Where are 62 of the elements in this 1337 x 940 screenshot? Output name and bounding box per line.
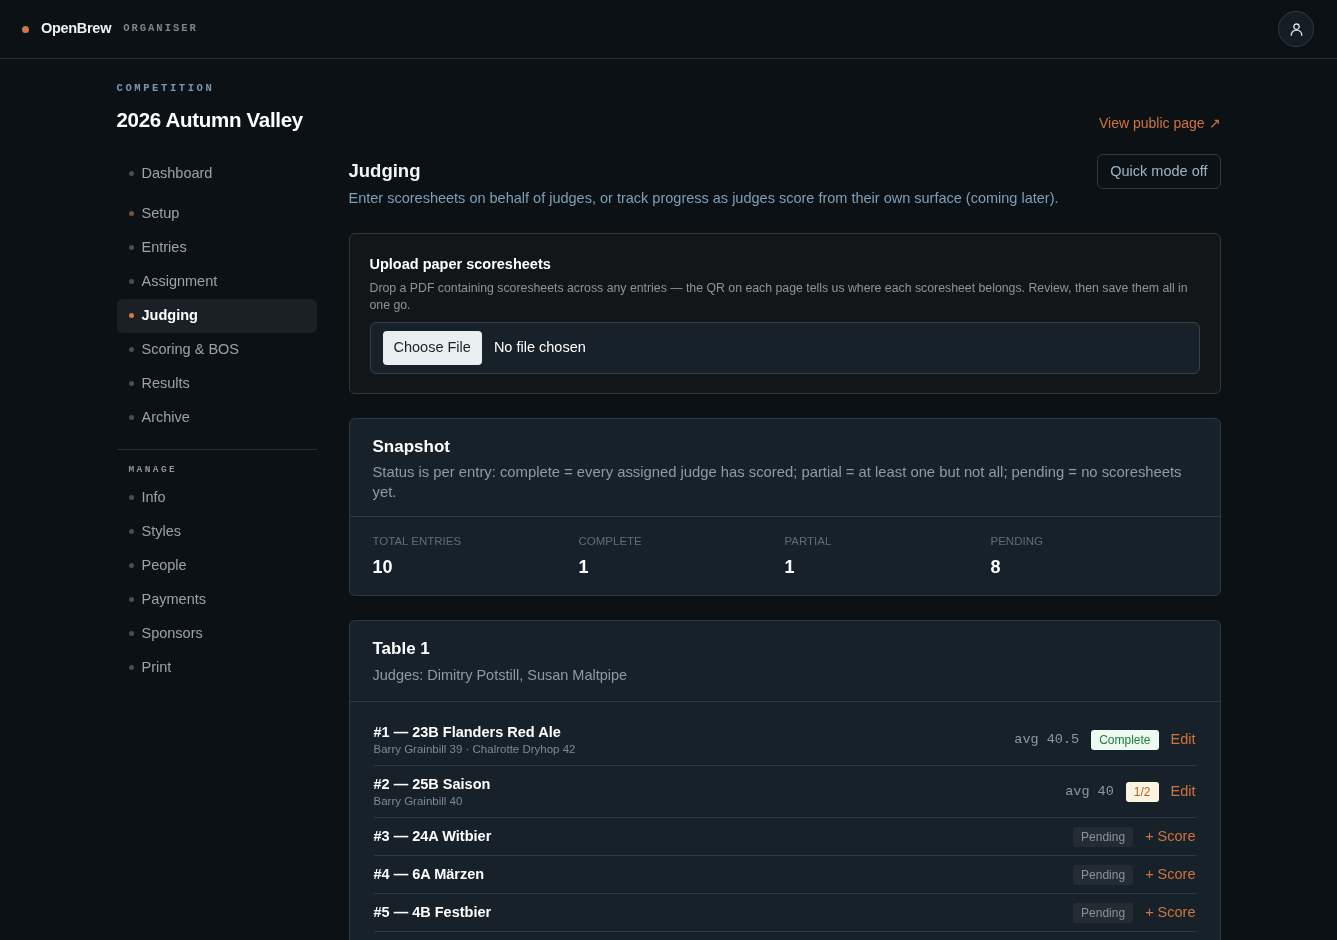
role-label: ORGANISER (123, 21, 198, 37)
sidebar-item[interactable]: Styles (116, 514, 317, 549)
file-status-text: No file chosen (493, 337, 586, 357)
sidebar-item[interactable]: Sponsors (116, 616, 317, 651)
status-badge: 1/2 (1125, 781, 1159, 802)
account-button[interactable] (1278, 11, 1314, 47)
score-link[interactable]: + Score (1145, 827, 1196, 846)
choose-file-button[interactable]: Choose File (382, 330, 482, 365)
sidebar-item[interactable]: Judging (116, 298, 317, 333)
stat-label: TOTAL ENTRIES (372, 534, 463, 549)
snapshot-title: Snapshot (372, 435, 451, 458)
sidebar-item[interactable]: Archive (116, 400, 317, 435)
quick-mode-button[interactable]: Quick mode off (1097, 153, 1221, 190)
public-page-link[interactable]: View public page ↗ (1099, 112, 1221, 134)
logo-dot-icon (22, 25, 29, 33)
sidebar-item[interactable]: Payments (116, 582, 317, 617)
average-score: avg 40 (1065, 783, 1114, 801)
stat-value: 1 (578, 556, 590, 580)
entry-title: #4 — 6A Märzen (373, 865, 485, 884)
status-badge: Complete (1091, 729, 1159, 750)
entry-scores: Barry Grainbill 39 · Chalrotte Dryhop 42 (373, 741, 576, 757)
stat-label: PENDING (990, 534, 1044, 549)
table-title: Table 1 (372, 638, 431, 661)
user-icon (1289, 22, 1303, 36)
section-eyebrow: COMPETITION (116, 81, 216, 96)
sidebar-item[interactable]: People (116, 548, 317, 583)
snapshot-description: Status is per entry: complete = every assigned judge has scored; partial = at least one but not all; pending = no scoresheets yet. (372, 463, 1183, 502)
edit-link[interactable]: Edit (1170, 782, 1196, 801)
score-link[interactable]: + Score (1145, 903, 1196, 922)
stat-value: 8 (990, 556, 1002, 580)
page-title: Judging (348, 158, 422, 183)
status-badge: Pending (1073, 902, 1134, 923)
average-score: avg 40.5 (1014, 731, 1080, 749)
sidebar-item[interactable]: Entries (116, 230, 317, 265)
stat-label: COMPLETE (578, 534, 643, 549)
upload-title: Upload paper scoresheets (369, 255, 552, 274)
entry-title: #2 — 25B Saison (373, 774, 491, 794)
entry-title: #5 — 4B Festbier (373, 903, 492, 922)
sidebar-item[interactable]: Print (116, 650, 317, 685)
entry-title: #1 — 23B Flanders Red Ale (373, 722, 562, 742)
edit-link[interactable]: Edit (1170, 730, 1196, 749)
brand-name: OpenBrew (41, 19, 112, 39)
stat-label: PARTIAL (784, 534, 833, 549)
status-badge: Pending (1073, 826, 1134, 847)
score-link[interactable]: + Score (1145, 865, 1196, 884)
page-subtitle: Enter scoresheets on behalf of judges, or track progress as judges score from their own surface (coming later). (348, 189, 1059, 209)
entry-scores: Barry Grainbill 40 (373, 793, 464, 809)
sidebar-item[interactable]: Dashboard (116, 156, 317, 191)
sidebar-item[interactable]: Results (116, 366, 317, 401)
judges-text: Judges: Dimitry Potstill, Susan Maltpipe (372, 665, 629, 685)
entry-title: #3 — 24A Witbier (373, 827, 492, 846)
sidebar-item[interactable]: Assignment (116, 264, 317, 299)
sidebar-item[interactable]: Scoring & BOS (116, 332, 317, 367)
sidebar-item[interactable]: Setup (116, 196, 317, 231)
file-input[interactable]: Choose File No file chosen (369, 321, 1200, 374)
stat-value: 1 (784, 556, 796, 580)
section-heading: MANAGE (127, 462, 179, 477)
stat-value: 10 (372, 556, 394, 580)
sidebar-item[interactable]: Info (116, 480, 317, 515)
upload-description: Drop a PDF containing scoresheets across any entries — the QR on each page tells us where each scoresheet belongs. Review, then save them all in one go. (369, 279, 1189, 314)
competition-title: 2026 Autumn Valley (116, 106, 303, 133)
status-badge: Pending (1073, 864, 1134, 885)
